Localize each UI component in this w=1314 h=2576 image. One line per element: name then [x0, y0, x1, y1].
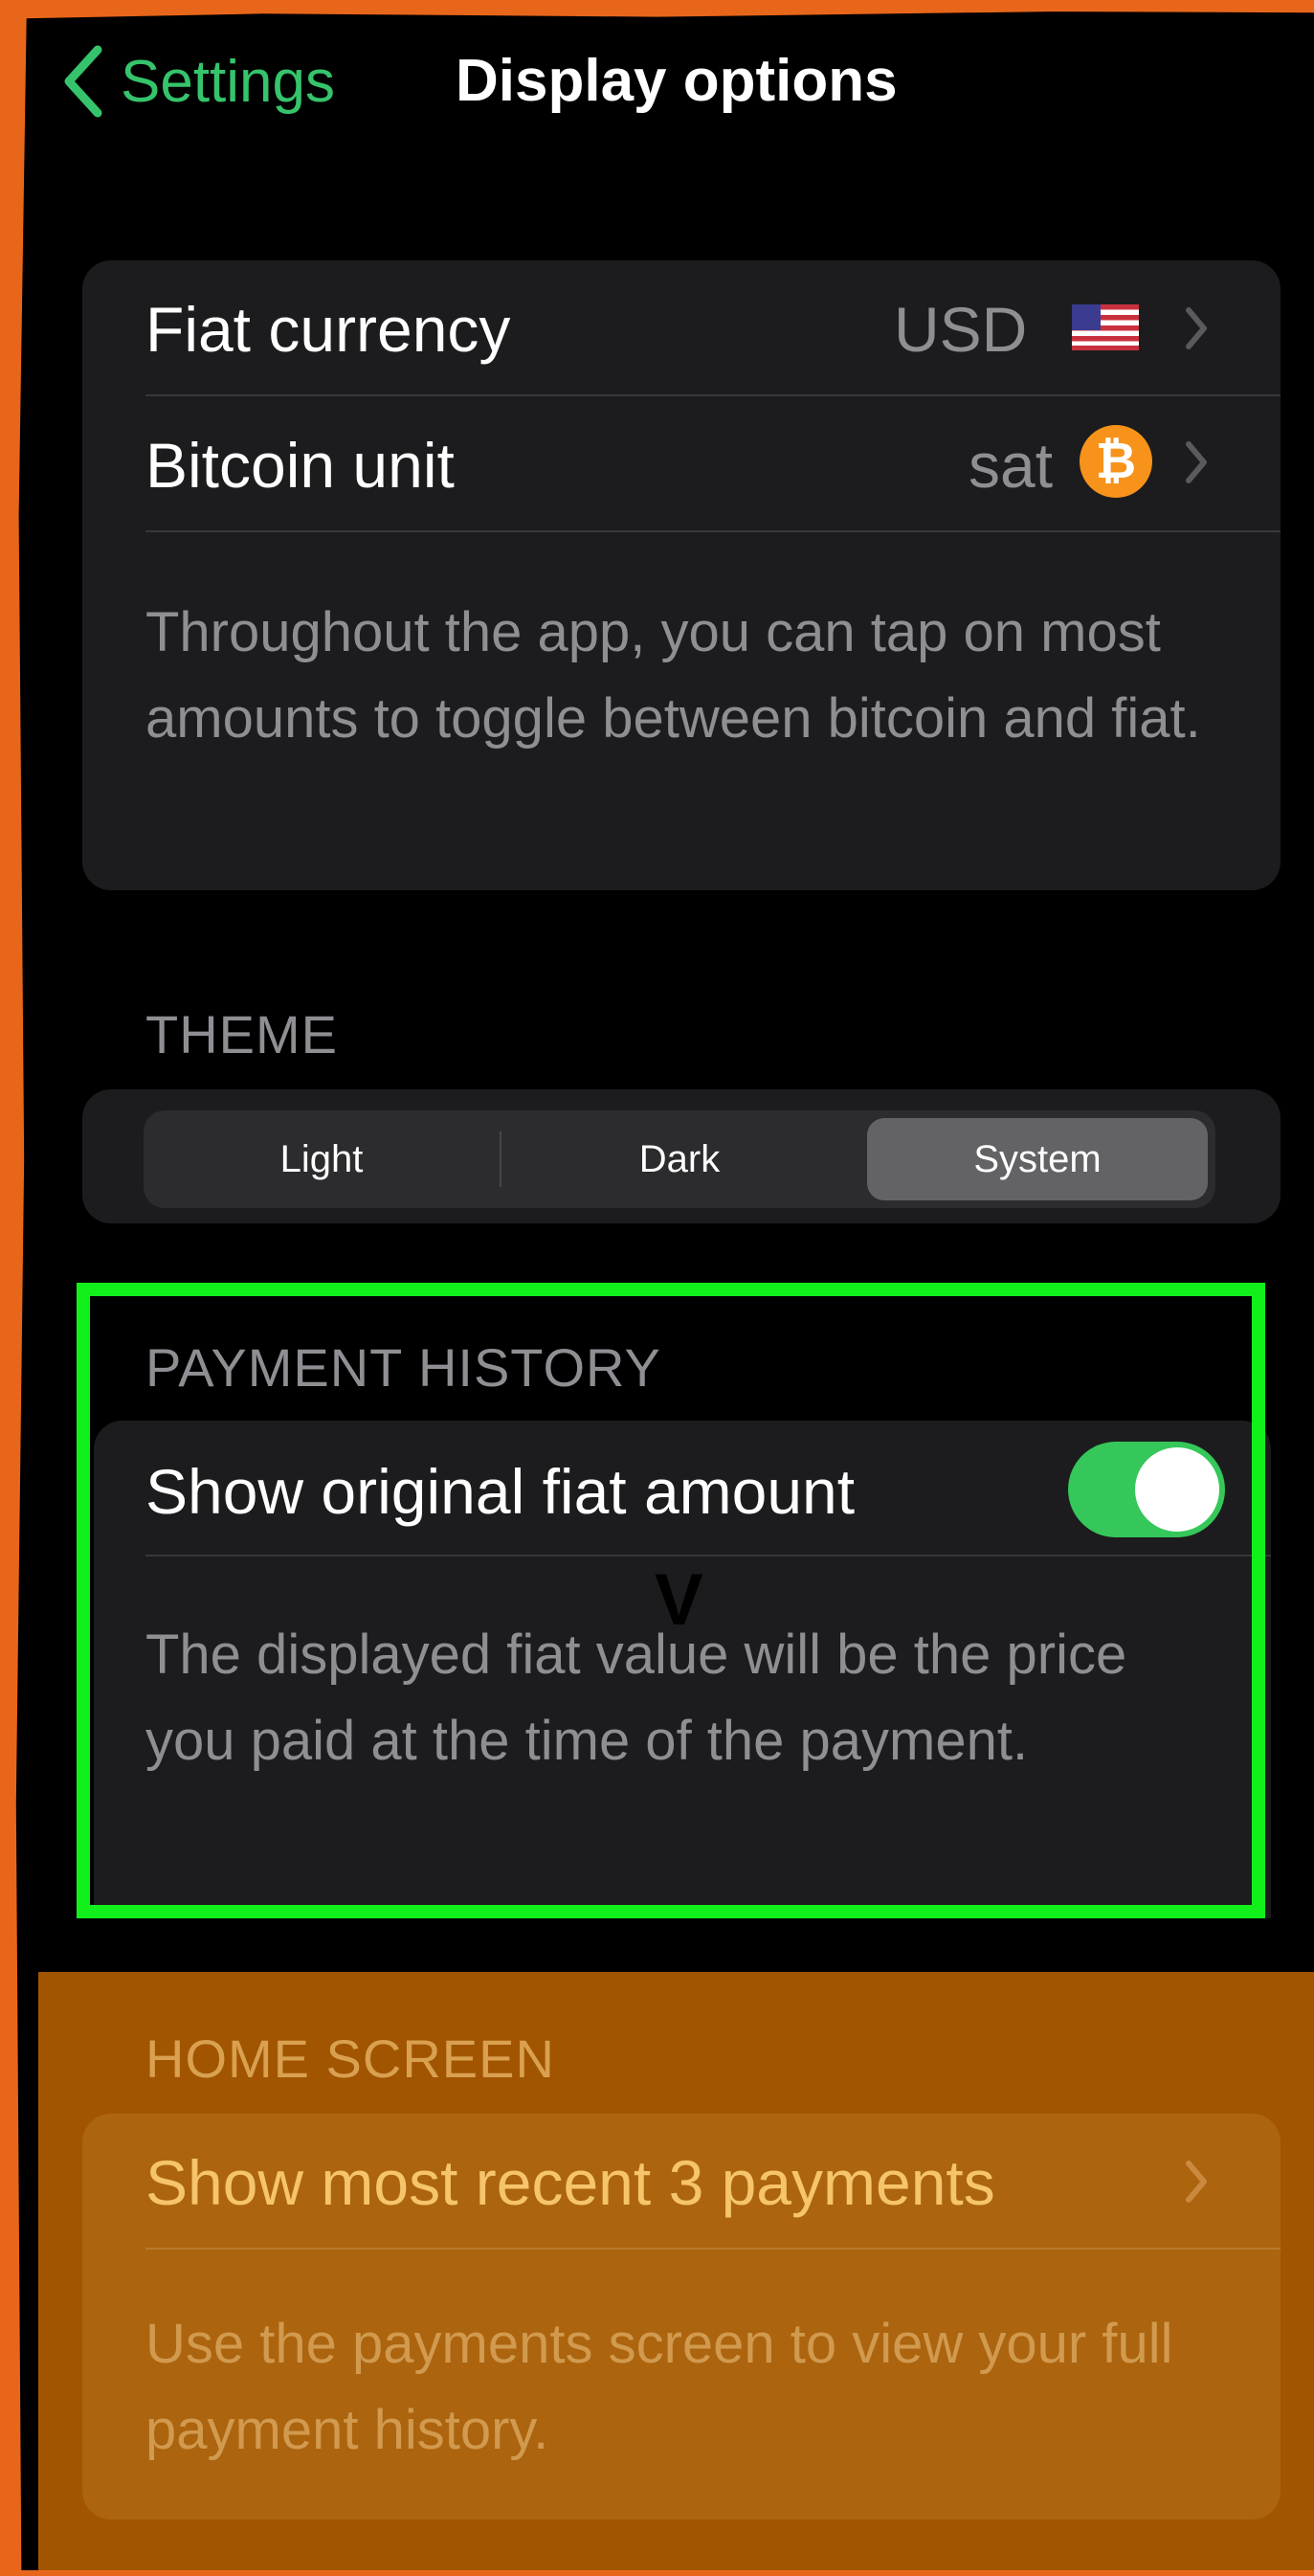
page-title: Display options	[456, 48, 898, 114]
bitcoin-unit-label: Bitcoin unit	[145, 430, 455, 501]
recent-payments-row[interactable]: Show most recent 3 payments	[82, 2114, 1281, 2248]
bitcoin-icon: ₿	[1080, 425, 1152, 498]
currency-footnote: Throughout the app, you can tap on most …	[145, 601, 1201, 750]
home-screen-card: Show most recent 3 payments Use the paym…	[82, 2114, 1281, 2520]
recent-payments-label: Show most recent 3 payments	[145, 2147, 995, 2218]
fiat-currency-label: Fiat currency	[145, 294, 511, 365]
bitcoin-unit-row[interactable]: Bitcoin unit sat ₿	[82, 396, 1281, 530]
chevron-right-icon	[1186, 441, 1207, 483]
row-divider	[145, 2248, 1281, 2250]
frame-left-border	[0, 0, 27, 2576]
fiat-currency-row[interactable]: Fiat currency USD	[82, 260, 1281, 394]
theme-header: THEME	[145, 1004, 338, 1064]
us-flag-icon	[1072, 304, 1139, 350]
home-screen-header: HOME SCREEN	[145, 2028, 555, 2089]
bitcoin-unit-value: sat	[969, 430, 1054, 501]
currency-card: Fiat currency USD Bitcoin unit sat ₿ Thr…	[82, 260, 1281, 890]
theme-option-light[interactable]: Light	[151, 1118, 492, 1200]
home-screen-footnote: Use the payments screen to view your ful…	[145, 2313, 1173, 2461]
chevron-left-icon	[64, 45, 102, 118]
frame-top-border	[0, 0, 1314, 19]
segment-divider	[500, 1131, 501, 1187]
highlight-box	[77, 1283, 1265, 1918]
frame-bottom-border	[0, 2570, 1314, 2576]
chevron-right-icon	[1186, 307, 1207, 349]
theme-option-dark[interactable]: Dark	[509, 1118, 850, 1200]
back-label: Settings	[121, 48, 336, 115]
back-button[interactable]: Settings	[57, 38, 335, 124]
row-divider	[145, 530, 1281, 532]
theme-segmented-control: Light Dark System	[144, 1110, 1215, 1208]
chevron-right-icon	[1186, 2161, 1207, 2203]
overlay-highlight: HOME SCREEN Show most recent 3 payments …	[38, 1972, 1314, 2576]
fiat-currency-value: USD	[894, 294, 1028, 365]
theme-option-system[interactable]: System	[867, 1118, 1208, 1200]
